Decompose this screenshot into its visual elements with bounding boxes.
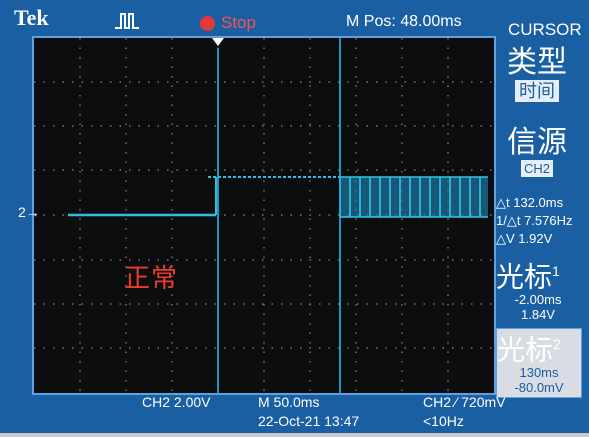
cursor-1-time: -2.00ms <box>514 292 562 308</box>
bezel <box>0 433 589 437</box>
waveform-display <box>32 36 496 395</box>
horizontal-position: M Pos: 48.00ms <box>346 13 462 30</box>
cursor-2-index: 2 <box>553 336 561 352</box>
ch2-ground-marker: 2→ <box>18 204 40 220</box>
source-value: CH2 <box>520 160 553 177</box>
trigger-frequency: <10Hz <box>423 413 464 429</box>
source-label: 信源 <box>507 126 567 159</box>
waveform-svg <box>34 38 494 393</box>
cursor-2-time: 130ms <box>519 365 559 381</box>
cursor-1-volt: 1.84V <box>521 307 555 323</box>
brand-logo: Tek <box>14 5 49 30</box>
type-value: 时间 <box>515 80 559 102</box>
cursor-type-menu[interactable]: 类型 时间 <box>496 46 578 102</box>
trigger-pulse-icon <box>115 13 139 29</box>
delta-v: △V 1.92V <box>496 231 553 246</box>
stop-indicator-icon <box>200 16 215 31</box>
type-label: 类型 <box>507 46 567 79</box>
cursor-1-index: 1 <box>552 263 560 279</box>
cursor-2-menu[interactable]: 光标2 130ms -80.0mV <box>496 328 582 398</box>
run-status: Stop <box>221 13 256 32</box>
cursor-1-menu[interactable]: 光标1 -2.00ms 1.84V <box>496 256 580 323</box>
cursor-2-label: 光标2 <box>497 334 561 366</box>
cursor-source-menu[interactable]: 信源 CH2 <box>496 126 578 178</box>
timebase: M 50.0ms <box>258 394 320 410</box>
annotation-label: 正常 <box>124 263 179 293</box>
trigger-setting: CH2 ∕ 720mV <box>423 394 506 410</box>
cursor-1-label: 光标1 <box>496 261 560 293</box>
cursor-2-volt: -80.0mV <box>514 380 564 396</box>
menu-title: CURSOR <box>508 20 582 39</box>
oscilloscope-screen: Tek Stop M Pos: 48.00ms 正常 2→ CURSOR 类型 … <box>0 0 589 437</box>
trigger-position-icon <box>212 38 224 46</box>
ch2-scale: CH2 2.00V <box>142 394 211 410</box>
timestamp: 22-Oct-21 13:47 <box>258 413 360 429</box>
inverse-delta-t: 1/△t 7.576Hz <box>496 213 573 228</box>
delta-t: △t 132.0ms <box>496 195 564 210</box>
delta-readout: △t 132.0ms 1/△t 7.576Hz △V 1.92V <box>496 194 572 248</box>
ch2-trace <box>68 176 488 218</box>
